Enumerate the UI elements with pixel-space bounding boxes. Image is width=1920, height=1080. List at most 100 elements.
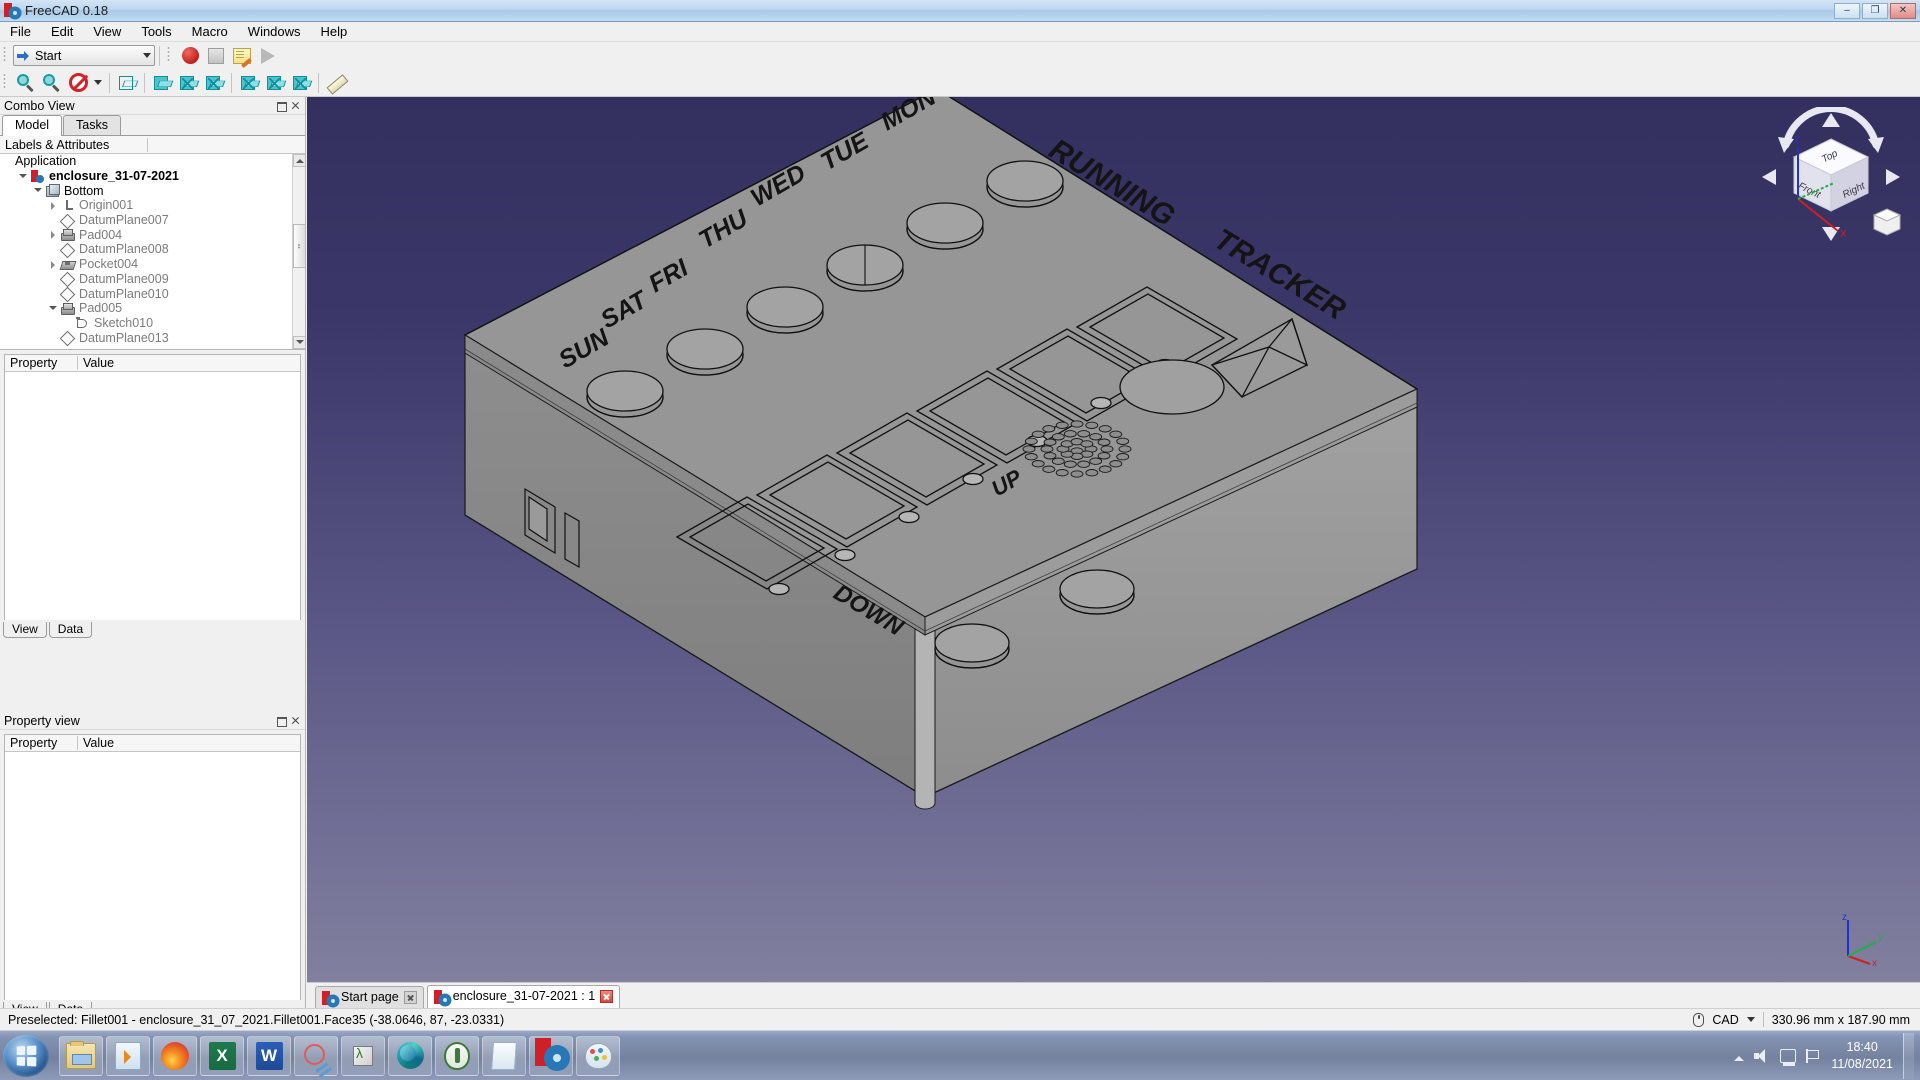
tree-item-datumplane013[interactable]: DatumPlane013 — [0, 330, 305, 345]
enclosure-model[interactable]: SUN SAT FRI THU WED TUE MON RUNNING TRAC… — [307, 97, 1920, 982]
rotate-right-arrow-icon — [1868, 137, 1884, 153]
draw-style-button[interactable] — [65, 71, 91, 95]
menu-macro[interactable]: Macro — [182, 22, 238, 41]
toolbar-grip[interactable] — [3, 72, 10, 93]
freecad-logo-icon — [4, 3, 20, 18]
tab-start-page-label: Start page — [341, 990, 399, 1004]
tab-model[interactable]: Model — [2, 115, 63, 136]
tree-item-bottom[interactable]: Bottom — [0, 183, 305, 198]
tab-start-page[interactable]: Start page — [315, 986, 424, 1008]
close-icon[interactable] — [403, 990, 417, 1004]
close-button[interactable]: ✕ — [1890, 2, 1916, 19]
rear-view-button[interactable] — [236, 71, 262, 95]
fit-selection-button[interactable] — [39, 71, 65, 95]
tree-item-datumplane007[interactable]: DatumPlane007 — [0, 213, 305, 228]
macros-button[interactable] — [229, 44, 255, 68]
isometric-view-button[interactable] — [114, 71, 140, 95]
close-icon[interactable] — [600, 989, 614, 1003]
taskbar-excel[interactable]: X — [200, 1035, 244, 1076]
taskbar-tools[interactable] — [435, 1035, 479, 1076]
chevron-down-icon[interactable] — [1746, 1017, 1755, 1022]
tree-item-enclosure-31-07-2021[interactable]: enclosure_31-07-2021 — [0, 169, 305, 184]
scroll-thumb[interactable] — [293, 224, 305, 268]
3d-viewport[interactable]: SUN SAT FRI THU WED TUE MON RUNNING TRAC… — [307, 97, 1920, 982]
float-panel-icon[interactable] — [276, 715, 287, 727]
scroll-up-button[interactable] — [293, 154, 305, 167]
macro-stop-button[interactable] — [203, 44, 229, 68]
combo-property-table[interactable]: Property Value — [4, 354, 301, 620]
menu-tools[interactable]: Tools — [131, 22, 181, 41]
tree-item-datumplane008[interactable]: DatumPlane008 — [0, 242, 305, 257]
taskbar-clock[interactable]: 18:40 11/08/2021 — [1831, 1039, 1893, 1073]
taskbar-notepad[interactable] — [482, 1035, 526, 1076]
navigation-cube[interactable]: Top Front Right Z X — [1756, 107, 1906, 247]
macro-record-button[interactable] — [177, 44, 203, 68]
chevron-down-icon — [94, 80, 102, 85]
taskbar-snipping-tool[interactable] — [294, 1035, 338, 1076]
taskbar-word[interactable]: W — [247, 1035, 291, 1076]
bottom-view-button[interactable] — [262, 71, 288, 95]
paint-icon — [584, 1042, 612, 1069]
network-icon[interactable] — [1780, 1048, 1797, 1066]
combo-tab-data[interactable]: Data — [48, 622, 93, 638]
collapse-arrow-icon[interactable] — [47, 302, 60, 315]
taskbar-freecad[interactable] — [529, 1035, 573, 1076]
menu-edit[interactable]: Edit — [41, 22, 83, 41]
tree-item-datumplane010[interactable]: DatumPlane010 — [0, 286, 305, 301]
tree-item-sketch010[interactable]: Sketch010 — [0, 316, 305, 331]
float-panel-icon[interactable] — [276, 100, 287, 112]
toolbar-grip[interactable] — [3, 45, 10, 66]
property-table[interactable]: Property Value — [4, 734, 301, 1000]
toolbar-grip[interactable] — [167, 45, 174, 66]
minimize-button[interactable]: – — [1834, 2, 1860, 19]
taskbar-3d-viewer[interactable] — [341, 1035, 385, 1076]
plane-icon — [60, 287, 75, 300]
front-view-button[interactable] — [149, 71, 175, 95]
fit-all-button[interactable] — [13, 71, 39, 95]
measure-button[interactable] — [323, 71, 349, 95]
tree-item-origin001[interactable]: Origin001 — [0, 198, 305, 213]
top-view-button[interactable] — [175, 71, 201, 95]
draw-style-dropdown[interactable] — [91, 71, 105, 95]
taskbar-paint[interactable] — [576, 1035, 620, 1076]
expand-arrow-icon[interactable] — [47, 199, 60, 212]
combo-tab-view[interactable]: View — [3, 622, 47, 638]
taskbar-edge[interactable] — [388, 1035, 432, 1076]
tree-item-datumplane009[interactable]: DatumPlane009 — [0, 272, 305, 287]
taskbar-media-player[interactable] — [106, 1035, 150, 1076]
close-icon[interactable] — [290, 100, 301, 111]
chevron-up-icon[interactable] — [1734, 1051, 1745, 1061]
expand-arrow-icon[interactable] — [47, 258, 60, 271]
expand-arrow-icon[interactable] — [47, 228, 60, 241]
flag-icon[interactable] — [1806, 1048, 1821, 1063]
tree-item-application[interactable]: Application — [0, 154, 305, 169]
tree-scrollbar[interactable] — [292, 154, 305, 349]
left-view-button[interactable] — [288, 71, 314, 95]
model-tree[interactable]: Application enclosure_31-07-2021 Bottom Ori… — [0, 154, 305, 350]
show-desktop-button[interactable] — [1903, 1032, 1914, 1079]
nav-style-label[interactable]: CAD — [1712, 1013, 1738, 1027]
menu-view[interactable]: View — [83, 22, 131, 41]
menu-windows[interactable]: Windows — [238, 22, 311, 41]
tab-enclosure-document[interactable]: enclosure_31-07-2021 : 1 — [426, 985, 621, 1008]
macro-execute-button[interactable] — [255, 44, 281, 68]
tree-item-label: Pad004 — [79, 227, 123, 242]
workbench-selector[interactable]: Start — [13, 45, 155, 66]
collapse-arrow-icon[interactable] — [17, 170, 30, 183]
speaker-icon[interactable] — [1754, 1048, 1770, 1063]
tree-item-pad005[interactable]: Pad005 — [0, 301, 305, 316]
taskbar-file-explorer[interactable] — [59, 1035, 103, 1076]
tree-item-pad004[interactable]: Pad004 — [0, 227, 305, 242]
scroll-down-button[interactable] — [293, 336, 305, 349]
menu-file[interactable]: File — [0, 22, 41, 41]
maximize-button[interactable]: ❐ — [1862, 2, 1888, 19]
collapse-arrow-icon[interactable] — [32, 184, 45, 197]
menu-help[interactable]: Help — [311, 22, 358, 41]
tab-tasks[interactable]: Tasks — [63, 115, 121, 135]
right-view-button[interactable] — [201, 71, 227, 95]
start-button[interactable] — [3, 1034, 49, 1077]
tree-item-label: DatumPlane009 — [79, 271, 169, 286]
close-icon[interactable] — [290, 715, 301, 726]
taskbar-firefox[interactable] — [153, 1035, 197, 1076]
tree-item-pocket004[interactable]: Pocket004 — [0, 257, 305, 272]
